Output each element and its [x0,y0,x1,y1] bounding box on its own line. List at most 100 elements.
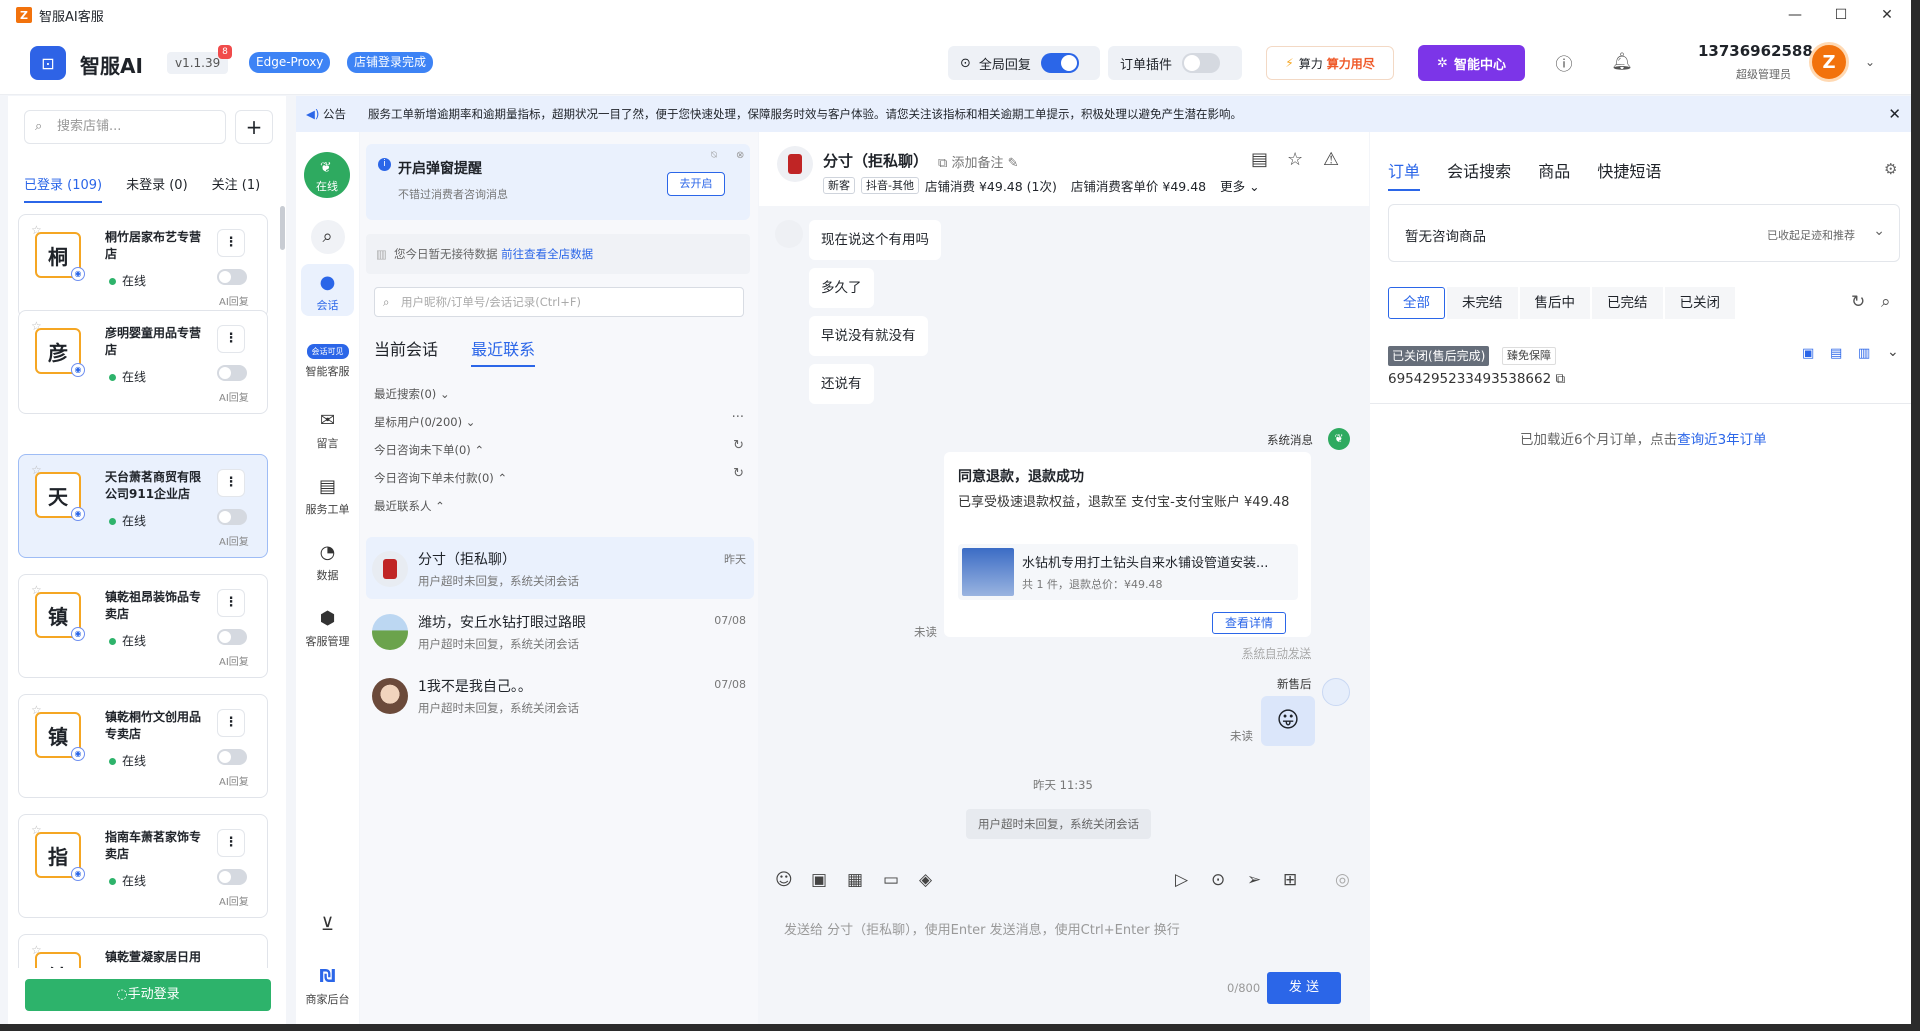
group-no-order[interactable]: 今日咨询未下单(0) ⌃ [374,442,484,458]
more-icon[interactable]: ⋮ [217,229,245,257]
chevron-down-icon[interactable]: ⌄ [1873,223,1885,239]
shop-card[interactable]: ☆ 彦 ◉ 彦明婴童用品专营店 在线 ⋮ AI回复 [18,310,268,414]
nav-item-message[interactable]: ✉ 留言 [296,410,359,451]
copy-icon[interactable]: ⧉ [1556,371,1566,387]
view-detail-button[interactable]: 查看详情 [1212,612,1286,634]
conversation-item[interactable]: 1我不是我自己。。 用户超时未回复，系统关闭会话 07/08 [366,664,754,726]
note-icon[interactable]: ▣ [1802,346,1814,361]
ai-reply-toggle[interactable] [217,269,247,285]
add-shop-button[interactable]: + [235,110,273,144]
tab-order[interactable]: 订单 [1388,162,1421,191]
shop-card[interactable]: ☆ 镇 镇乾萱凝家居日用 [18,934,268,968]
close-icon[interactable]: ⊗ [736,150,744,161]
query-3-years-link[interactable]: 查询近3年订单 [1677,432,1767,448]
power-button[interactable]: ⚡ 算力 算力用尽 [1266,46,1394,80]
search-nav-item[interactable]: ⌕ [296,220,359,258]
conversation-item[interactable]: 潍坊，安丘水钻打眼过路眼 用户超时未回复，系统关闭会话 07/08 [366,600,754,662]
nav-item-data[interactable]: ◔ 数据 [296,542,359,583]
refresh-icon[interactable]: ↻ [733,466,744,481]
conversation-search-input[interactable]: ⌕ 用户昵称/订单号/会话记录(Ctrl+F) [374,287,744,317]
play-icon[interactable]: ▷ [1175,870,1188,890]
more-icon[interactable]: ··· [732,410,744,425]
tab-follow[interactable]: 关注 (1) [212,174,261,203]
shop-card-selected[interactable]: ☆ 天 ◉ 天台萧茗商贸有限公司911企业店 在线 ⋮ AI回复 [18,454,268,558]
image-icon[interactable]: ▣ [811,870,827,890]
document-icon[interactable]: ▥ [1858,346,1870,361]
star-icon[interactable]: ☆ [1287,149,1303,170]
warning-icon[interactable]: ⚠ [1323,149,1339,170]
shop-card[interactable]: ☆ 镇 ◉ 镇乾桐竹文创用品专卖店 在线 ⋮ AI回复 [18,694,268,798]
chevron-down-icon[interactable]: ⌄ [1887,344,1899,360]
bot-icon[interactable]: ⊙ [1211,870,1225,890]
group-recent-contacts[interactable]: 最近联系人 ⌃ [374,498,445,514]
smart-center-button[interactable]: ✲ 智能中心 [1418,45,1525,81]
nav-item-ticket[interactable]: ▤ 服务工单 [296,476,359,517]
ai-reply-toggle[interactable] [217,509,247,525]
send-plane-icon[interactable]: ➢ [1247,870,1261,890]
settings-icon[interactable]: ⚙ [1884,160,1897,178]
enable-reminder-button[interactable]: 去开启 [667,172,725,196]
view-shop-data-link[interactable]: 前往查看全店数据 [501,247,593,261]
group-starred[interactable]: 星标用户(0/200) ⌄ [374,414,475,430]
layers-icon[interactable]: ◈ [919,870,932,890]
more-icon[interactable]: ⋮ [217,325,245,353]
shop-card[interactable]: ☆ 指 ◉ 指南车萧茗家饰专卖店 在线 ⋮ AI回复 [18,814,268,918]
shop-card[interactable]: ☆ 镇 ◉ 镇乾祖昂装饰品专卖店 在线 ⋮ AI回复 [18,574,268,678]
more-icon[interactable]: ⋮ [217,589,245,617]
shop-search-input[interactable]: ⌕ 搜索店铺... [24,110,226,144]
nav-item-staff[interactable]: ⬢ 客服管理 [296,608,359,649]
edit-icon[interactable]: ▤ [1830,346,1842,361]
chevron-down-icon[interactable]: ⌄ [1858,50,1882,74]
tab-chat-search[interactable]: 会话搜索 [1447,162,1511,189]
nav-item-download[interactable]: ⊻ [296,914,359,939]
shop-list-scrollbar[interactable] [280,206,285,250]
mute-icon[interactable]: ⍉ [711,150,717,161]
more-icon[interactable]: ⋮ [217,469,245,497]
tab-current-session[interactable]: 当前会话 [374,340,438,365]
nav-item-merchant[interactable]: ₪ 商家后台 [296,966,359,1007]
more-icon[interactable]: ⋮ [217,829,245,857]
tab-not-logged-in[interactable]: 未登录 (0) [126,174,188,203]
manual-login-button[interactable]: ◌手动登录 [25,979,271,1011]
group-unpaid[interactable]: 今日咨询下单未付款(0) ⌃ [374,470,507,486]
order-plugin-toggle[interactable] [1182,53,1221,73]
user-avatar[interactable]: Z [1809,42,1849,82]
ai-reply-toggle[interactable] [217,749,247,765]
ai-reply-toggle[interactable] [217,365,247,381]
conversation-item-selected[interactable]: 分寸（拒私聊） 用户超时未回复，系统关闭会话 昨天 [366,537,754,599]
tab-logged-in[interactable]: 已登录 (109) [24,174,103,203]
folder-icon[interactable]: ▭ [883,870,899,890]
shop-card[interactable]: ☆ 桐 ◉ 桐竹居家布艺专营店 在线 ⋮ AI回复 [18,214,268,318]
global-reply-toggle[interactable] [1040,53,1079,73]
maximize-button[interactable]: ☐ [1818,0,1864,30]
filter-after-sale[interactable]: 售后中 [1519,287,1590,319]
ai-reply-toggle[interactable] [217,629,247,645]
nav-item-ai-service[interactable]: 会话可见 智能客服 [296,344,359,379]
filter-unfinished[interactable]: 未完结 [1447,287,1518,319]
coupon-icon[interactable]: ⊞ [1283,870,1297,890]
ai-reply-toggle[interactable] [217,869,247,885]
bell-icon[interactable]: 🔔︎ [1610,50,1634,74]
send-button[interactable]: 发 送 [1267,972,1341,1004]
tab-quick-phrase[interactable]: 快捷短语 [1597,162,1661,189]
nav-item-chat[interactable]: ● 会话 [296,272,359,313]
tab-product[interactable]: 商品 [1538,162,1570,189]
tab-recent-contact[interactable]: 最近联系 [471,340,536,367]
video-icon[interactable]: ▦ [847,870,863,890]
refresh-icon[interactable]: ↻ [1851,292,1865,312]
close-icon[interactable]: ✕ [1888,96,1901,132]
document-icon[interactable]: ▤ [1251,149,1268,170]
minimize-button[interactable]: — [1772,0,1818,30]
help-icon[interactable]: ⓘ [1552,50,1576,75]
add-note-button[interactable]: ⧉ 添加备注 ✎ [938,152,1019,171]
group-recent-search[interactable]: 最近搜索(0) ⌄ [374,386,450,402]
filter-all[interactable]: 全部 [1388,287,1445,319]
refresh-icon[interactable]: ↻ [733,438,744,453]
filter-closed[interactable]: 已关闭 [1664,287,1735,319]
more-icon[interactable]: ⋮ [217,709,245,737]
filter-finished[interactable]: 已完结 [1592,287,1663,319]
search-icon[interactable]: ⌕ [1881,292,1891,312]
emoji-icon[interactable]: ☺ [775,870,793,890]
online-status-button[interactable]: ❦ 在线 [304,152,350,198]
close-window-button[interactable]: ✕ [1864,0,1910,30]
